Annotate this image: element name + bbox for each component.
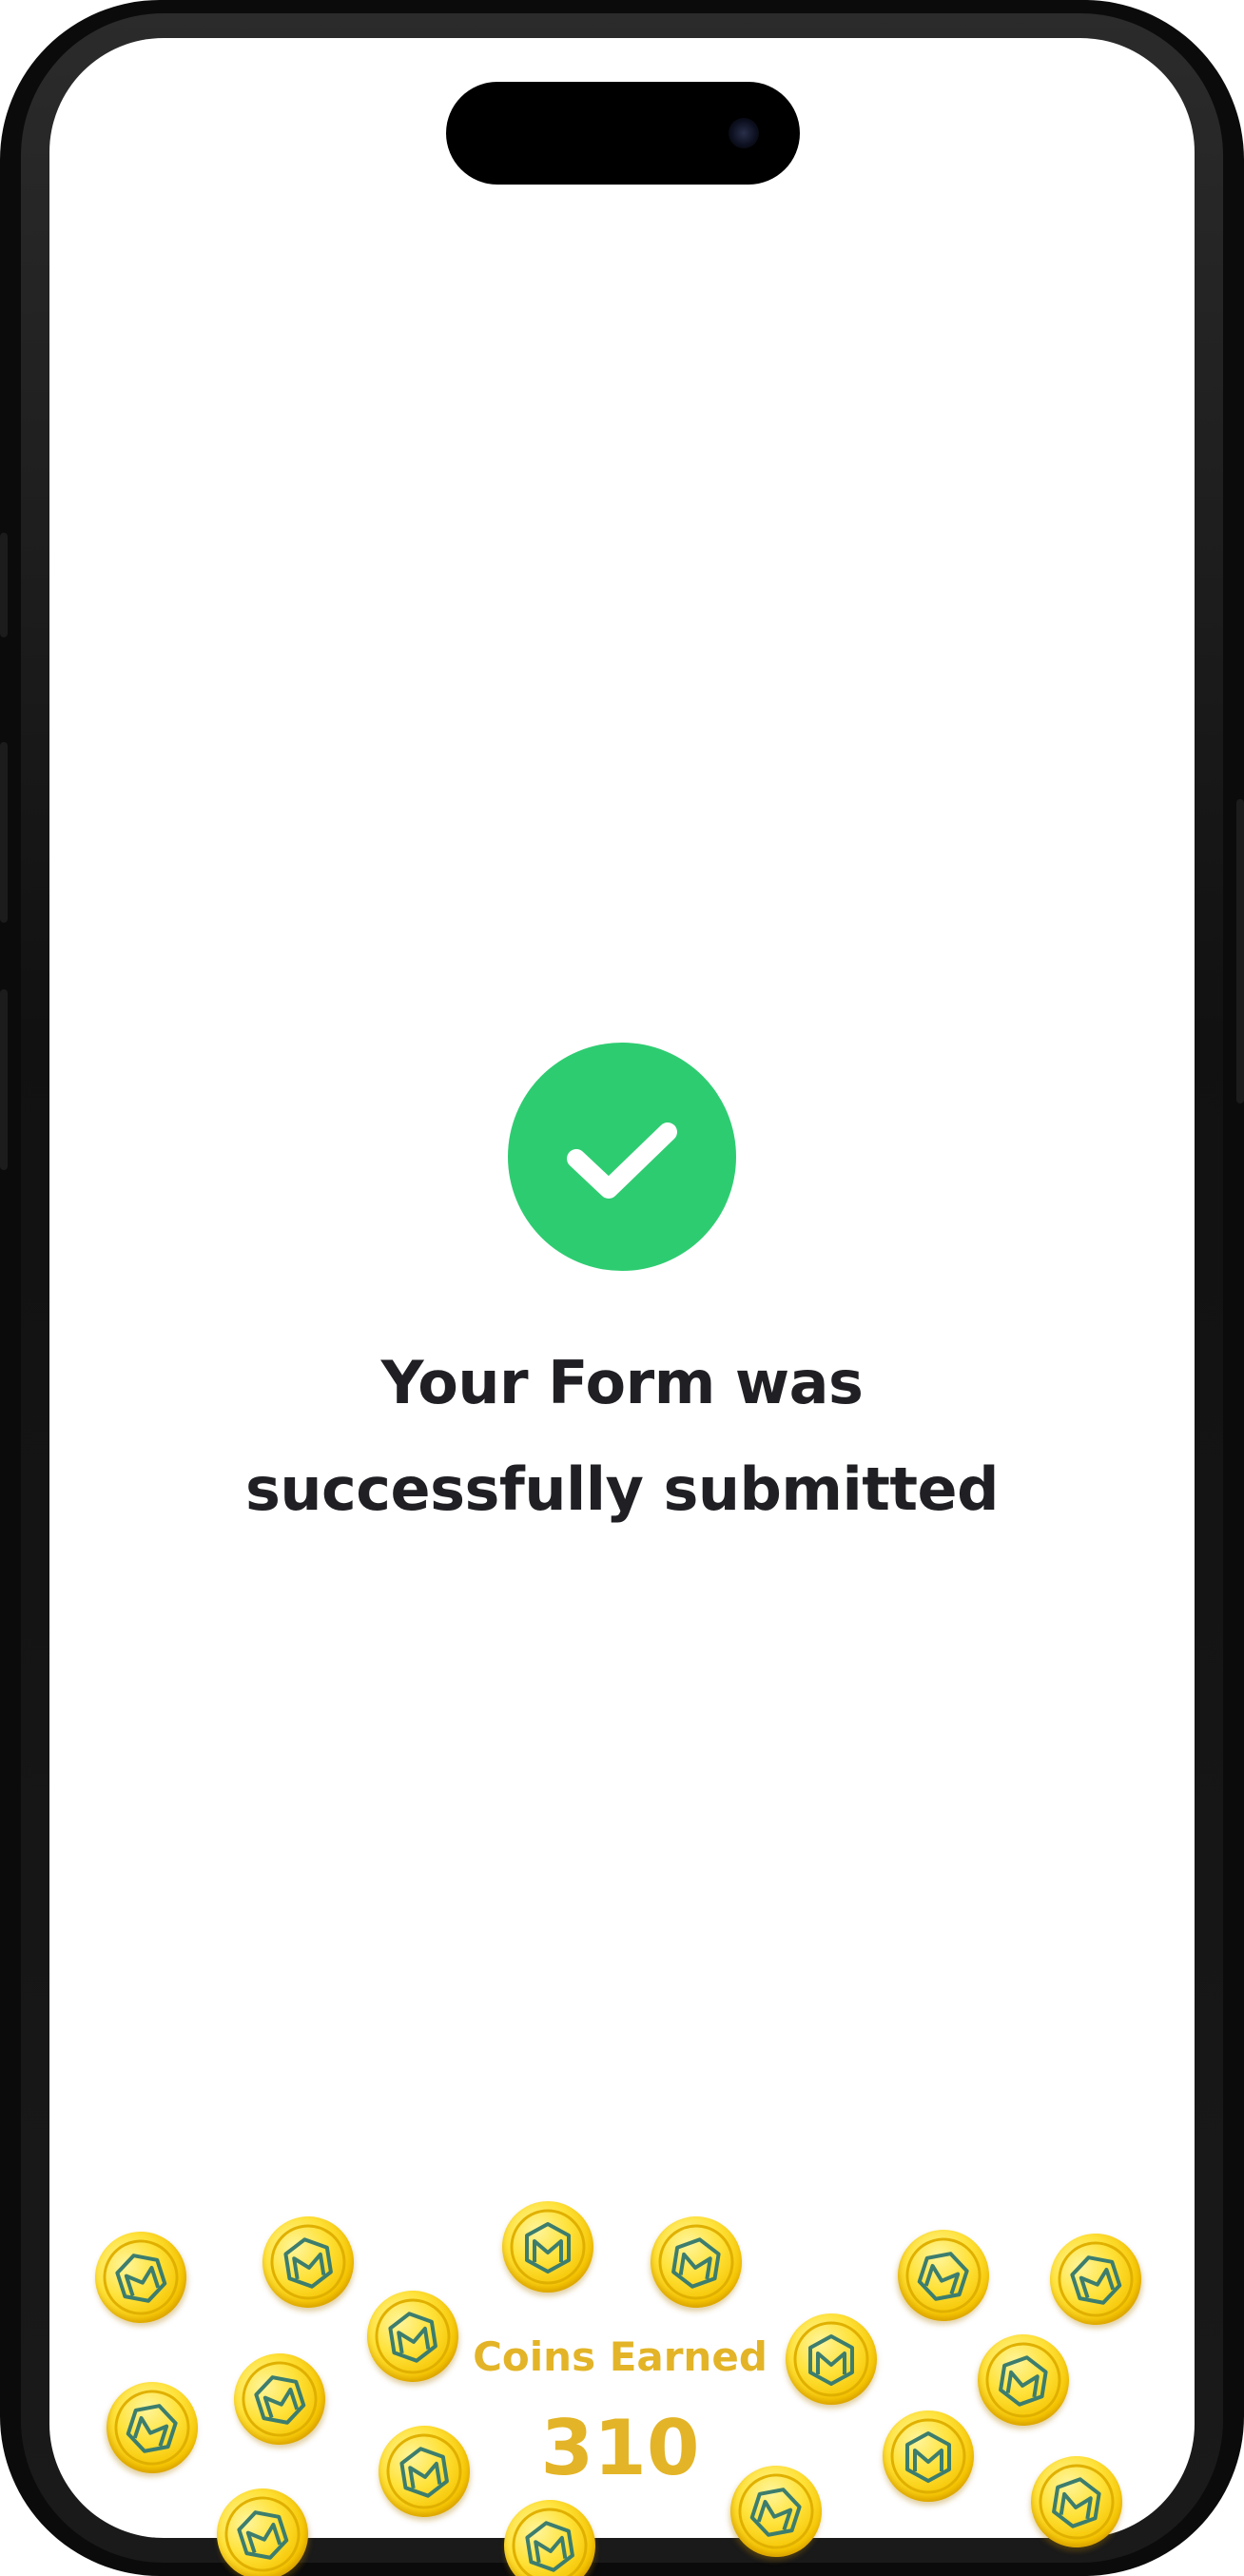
- success-check-icon: [508, 1043, 736, 1271]
- coin-icon: [883, 2410, 974, 2502]
- coins-earned-value: 310: [540, 2404, 700, 2492]
- coin-icon: [1024, 2449, 1129, 2554]
- coin-icon: [502, 2201, 593, 2293]
- coins-earned-label: Coins Earned: [473, 2333, 768, 2380]
- coin-icon: [971, 2328, 1076, 2432]
- checkmark-icon: [567, 1122, 677, 1199]
- coin-icon: [256, 2210, 360, 2314]
- action-button: [0, 533, 8, 637]
- success-message-line1: Your Form was: [380, 1348, 864, 1417]
- volume-down-button: [0, 989, 8, 1170]
- power-button: [1236, 799, 1244, 1103]
- coin-icon: [644, 2210, 748, 2314]
- front-camera: [729, 118, 759, 148]
- screen: [49, 38, 1195, 2538]
- success-message: Your Form was successfully submitted: [49, 1330, 1195, 1543]
- success-message-line2: successfully submitted: [244, 1454, 1000, 1524]
- coin-icon: [497, 2493, 602, 2576]
- volume-up-button: [0, 742, 8, 923]
